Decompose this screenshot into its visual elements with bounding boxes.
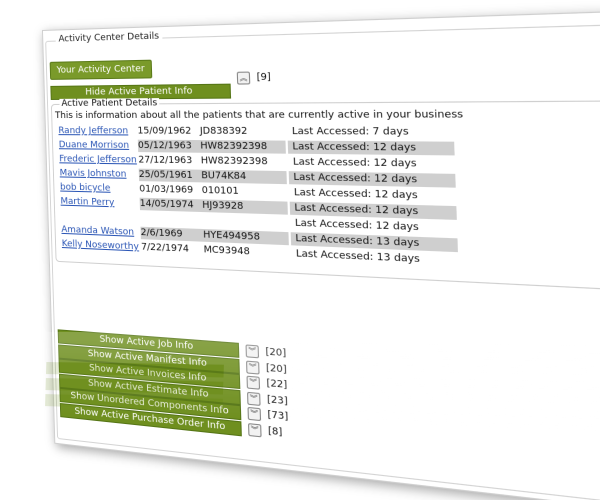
patient-name-link[interactable]: Duane Morrison: [59, 139, 137, 152]
section-count: [8]: [267, 425, 283, 438]
active-patient-count: [9]: [256, 72, 272, 84]
patient-id: [203, 214, 289, 230]
chevron-down-icon[interactable]: ︾: [246, 375, 261, 390]
patient-name-link[interactable]: Frederic Jefferson: [59, 153, 137, 166]
patient-name-link[interactable]: bob bicycle: [60, 181, 138, 195]
chevron-up-icon[interactable]: ︽: [236, 71, 251, 85]
section-count: [23]: [266, 394, 288, 407]
patient-last-accessed: Last Accessed: 12 days: [287, 140, 455, 156]
patient-name-link[interactable]: Randy Jefferson: [58, 125, 135, 138]
patient-dob: 14/05/1974: [139, 197, 203, 213]
patient-name-link[interactable]: Kelly Noseworthy: [62, 238, 140, 254]
patient-id: BU74K84: [201, 169, 287, 185]
patient-dob: 27/12/1963: [138, 155, 193, 167]
patient-id: HW82392398: [200, 155, 268, 168]
section-count: [20]: [265, 346, 287, 360]
section-count: [73]: [267, 409, 289, 423]
chevron-down-icon[interactable]: ︾: [245, 360, 260, 375]
activity-center-panel: Activity Center Details Your Activity Ce…: [42, 10, 600, 500]
patient-id: HW82392398: [200, 140, 286, 154]
patient-name-link[interactable]: Mavis Johnston: [60, 167, 138, 181]
patient-last-accessed: Last Accessed: 12 days: [288, 171, 456, 188]
patient-id: JD838392: [199, 126, 248, 138]
patient-dob: 2/6/1969: [140, 226, 204, 242]
patient-dob: 15/09/1962: [137, 126, 192, 137]
activity-center-fieldset: Activity Center Details Your Activity Ce…: [45, 24, 600, 500]
patient-last-accessed: Last Accessed: 12 days: [292, 157, 417, 170]
patient-id: HYE494958: [203, 228, 289, 246]
patient-dob: 05/12/1963: [137, 139, 201, 153]
stage: Activity Center Details Your Activity Ce…: [0, 0, 600, 500]
chevron-down-icon[interactable]: ︾: [247, 406, 262, 422]
your-activity-center-tab[interactable]: Your Activity Center: [49, 59, 153, 80]
patient-dob: 01/03/1969: [139, 184, 194, 196]
patient-name-link[interactable]: [61, 210, 139, 225]
active-patient-details: Active Patient Details This is informati…: [50, 98, 600, 290]
patient-id: HJ93928: [202, 199, 288, 215]
patient-dob: [140, 212, 203, 227]
patient-id: 010101: [201, 185, 239, 198]
patient-name-link[interactable]: Amanda Watson: [61, 224, 139, 239]
patient-id: MC93948: [203, 244, 251, 258]
section-count: [22]: [266, 378, 288, 392]
chevron-down-icon[interactable]: ︾: [246, 391, 261, 406]
section-count: [20]: [265, 362, 287, 376]
chevron-down-icon[interactable]: ︾: [247, 422, 262, 437]
patient-dob: 25/05/1961: [138, 168, 202, 183]
activity-center-legend: Activity Center Details: [55, 31, 163, 45]
active-patient-info-text: This is information about all the patien…: [54, 109, 464, 122]
chevron-down-icon[interactable]: ︾: [245, 344, 260, 359]
active-patient-details-legend: Active Patient Details: [59, 98, 160, 109]
patient-last-accessed: Last Accessed: 12 days: [293, 187, 418, 202]
patient-last-accessed: Last Accessed: 7 days: [291, 126, 409, 138]
patient-dob: 7/22/1974: [140, 242, 190, 255]
patient-name-link[interactable]: Martin Perry: [60, 196, 138, 210]
